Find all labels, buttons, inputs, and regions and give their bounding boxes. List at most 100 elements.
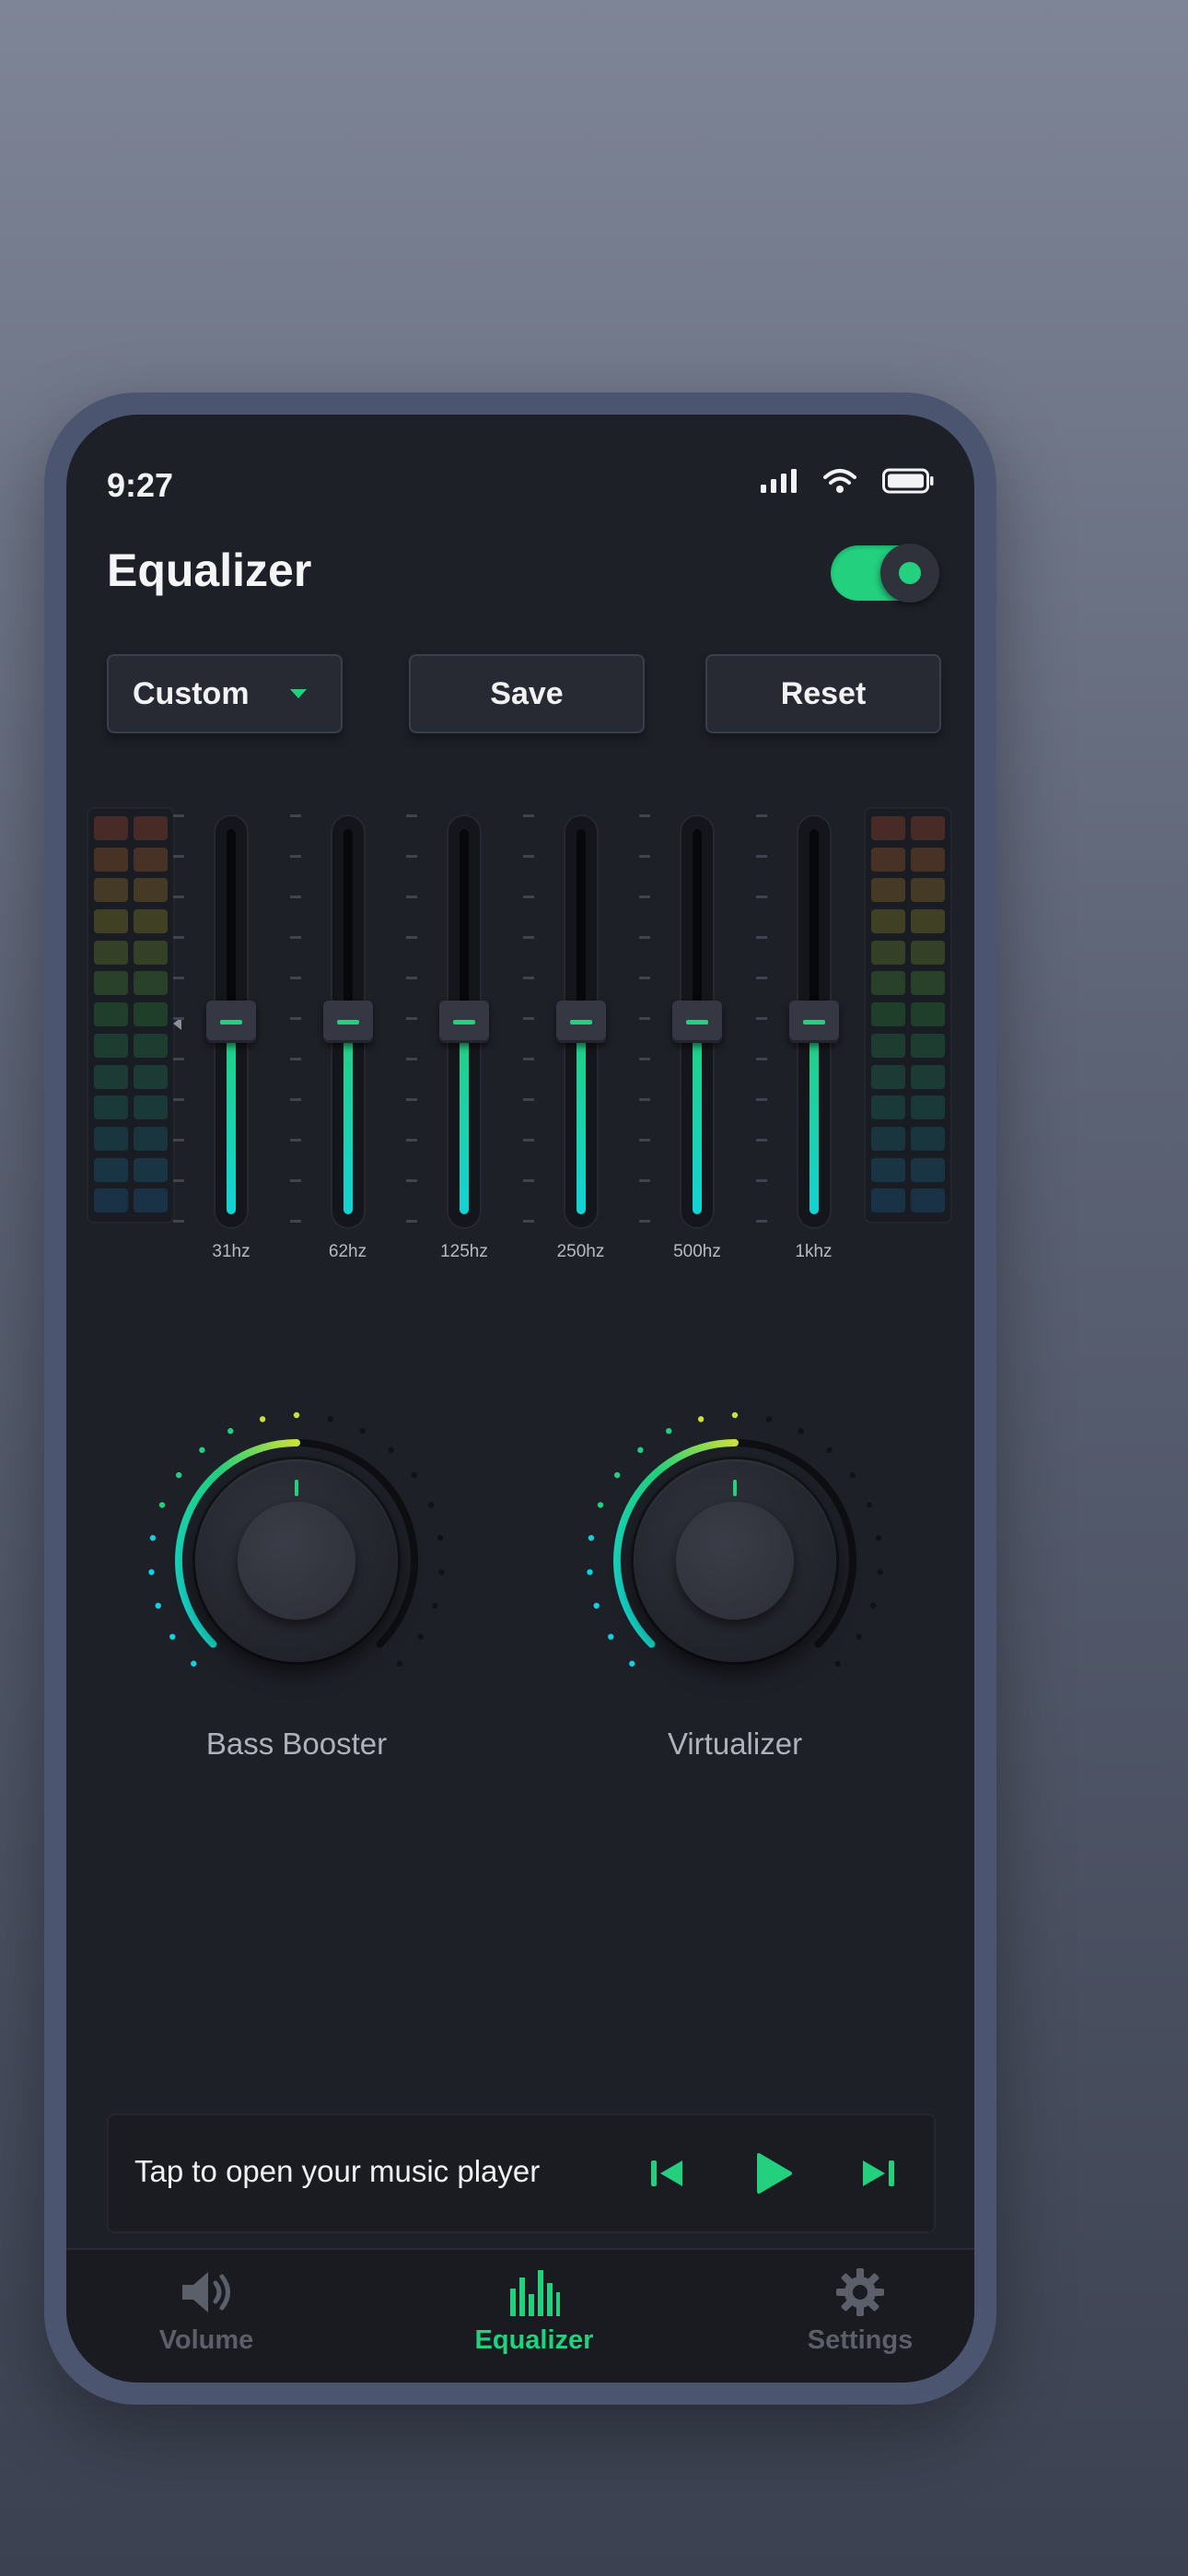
band-label: 250hz: [556, 1242, 605, 1261]
dial-tick-dot: [427, 1502, 435, 1508]
slider-handle[interactable]: [672, 1001, 722, 1043]
next-track-button[interactable]: [856, 2152, 901, 2195]
slider-fill: [460, 1022, 469, 1214]
scale-tick: [639, 936, 650, 939]
gear-icon: [836, 2268, 884, 2316]
slider-handle[interactable]: [322, 1001, 373, 1043]
equalizer-power-toggle[interactable]: [831, 544, 939, 603]
meter-cell: [911, 1157, 945, 1182]
play-button[interactable]: [751, 2152, 796, 2195]
eq-slider-125hz[interactable]: [439, 814, 489, 1229]
scale-tick: [639, 814, 650, 817]
status-icons: [761, 468, 934, 494]
bass-booster-knob[interactable]: [140, 1404, 453, 1717]
scale-tick: [173, 896, 184, 898]
caret-down-icon: [289, 689, 307, 698]
meter-cell: [911, 1095, 945, 1120]
scale-tick: [406, 1098, 417, 1101]
scale-tick: [639, 1179, 650, 1182]
scale-tick: [289, 1017, 301, 1020]
signal-icon: [761, 469, 797, 493]
slider-handle[interactable]: [439, 1001, 489, 1043]
slider-handle[interactable]: [788, 1001, 839, 1043]
dial-tick-dot: [697, 1416, 705, 1423]
dial-tick-dot: [613, 1471, 621, 1479]
scale-tick: [406, 1017, 417, 1020]
scale-tick: [755, 936, 767, 939]
virtualizer-knob-face: [634, 1459, 836, 1662]
scale-tick: [406, 977, 417, 979]
dial-tick-dot: [155, 1602, 161, 1610]
meter-cell: [94, 1095, 128, 1120]
meter-cell: [911, 847, 945, 872]
meter-cell: [911, 1033, 945, 1058]
slider-fill: [693, 1022, 702, 1214]
scale-tick: [522, 936, 534, 939]
scale-tick: [522, 977, 534, 979]
nav-item-equalizer[interactable]: Equalizer: [433, 2265, 635, 2356]
meter-cell: [871, 1002, 905, 1027]
eq-slider-250hz[interactable]: [555, 814, 606, 1229]
scale-tick: [173, 1220, 184, 1223]
preset-dropdown[interactable]: Custom: [107, 654, 343, 733]
eq-slider-62hz[interactable]: [322, 814, 373, 1229]
status-time: 9:27: [107, 466, 174, 504]
scale-tick: [406, 1139, 417, 1142]
eq-slider-31hz[interactable]: [206, 814, 256, 1229]
meter-cell: [871, 847, 905, 872]
virtualizer-knob[interactable]: [578, 1404, 891, 1717]
dial-tick-dot: [608, 1633, 614, 1640]
meter-cell: [911, 1002, 945, 1027]
scale-tick: [289, 1220, 301, 1223]
scale-tick: [755, 1098, 767, 1101]
meter-cell: [94, 1126, 128, 1151]
bass-booster-label: Bass Booster: [205, 1727, 388, 1761]
scale-tick: [289, 977, 301, 979]
meter-cell: [134, 878, 168, 903]
band-label: 62hz: [328, 1242, 367, 1261]
wifi-icon: [823, 469, 856, 493]
previous-track-button[interactable]: [645, 2152, 689, 2195]
scale-tick: [173, 1179, 184, 1182]
scale-tick: [406, 936, 417, 939]
band-label: 500hz: [673, 1242, 721, 1261]
slider-handle[interactable]: [206, 1001, 256, 1043]
save-button[interactable]: Save: [409, 654, 645, 733]
dial-tick-dot: [637, 1446, 644, 1454]
dial-tick-dot: [731, 1411, 739, 1419]
meter-cell: [911, 971, 945, 996]
slider-handle[interactable]: [555, 1001, 606, 1043]
bass-booster-knob-face: [195, 1459, 398, 1662]
scale-tick: [755, 1017, 767, 1020]
nav-item-settings[interactable]: Settings: [759, 2265, 961, 2356]
scale-tick: [639, 896, 650, 898]
nav-label-volume: Volume: [158, 2325, 254, 2355]
meter-cell: [134, 847, 168, 872]
bottom-navigation: Volume Equalizer Settings: [66, 2248, 974, 2383]
dial-tick-dot: [849, 1471, 856, 1479]
eq-slider-500hz[interactable]: [672, 814, 722, 1229]
nav-item-volume[interactable]: Volume: [105, 2265, 308, 2356]
meter-cell: [94, 971, 128, 996]
band-label: 125hz: [440, 1242, 488, 1261]
scale-tick: [522, 1017, 534, 1020]
meter-cell: [911, 1126, 945, 1151]
meter-cell: [871, 940, 905, 965]
dial-tick-dot: [587, 1569, 593, 1575]
scale-tick: [406, 1058, 417, 1060]
dial-tick-dot: [798, 1428, 804, 1434]
dial-tick-dot: [826, 1446, 833, 1454]
meter-cell: [871, 1033, 905, 1058]
reset-button[interactable]: Reset: [705, 654, 941, 733]
scale-tick: [289, 1139, 301, 1142]
equalizer-icon: [510, 2270, 560, 2316]
eq-slider-1khz[interactable]: [788, 814, 839, 1229]
meter-cell: [134, 940, 168, 965]
dial-tick-dot: [293, 1411, 300, 1419]
scale-tick: [522, 1098, 534, 1101]
preset-label: Custom: [133, 675, 250, 711]
music-player-bar[interactable]: Tap to open your music player: [107, 2113, 936, 2233]
meter-cell: [134, 971, 168, 996]
virtualizer-label: Virtualizer: [667, 1727, 803, 1761]
meter-cell: [871, 909, 905, 934]
